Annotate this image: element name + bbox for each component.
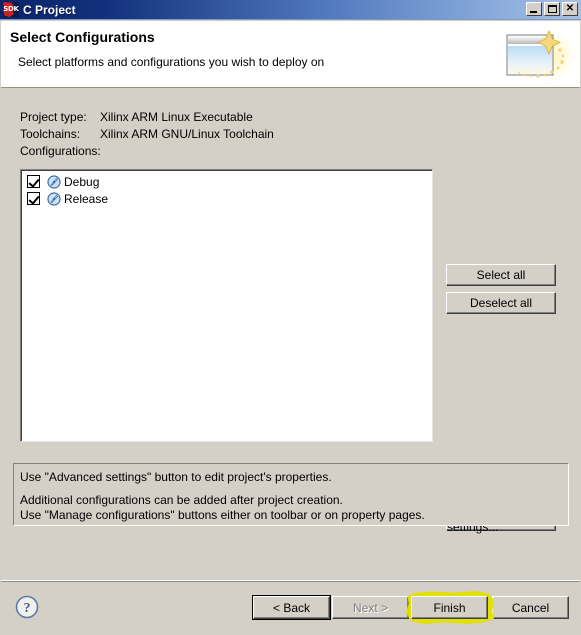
- configuration-gauge-icon: [47, 191, 61, 206]
- project-type-value: Xilinx ARM Linux Executable: [100, 110, 253, 124]
- configurations-list[interactable]: Debug Release: [20, 169, 433, 442]
- configuration-gauge-icon: [47, 174, 61, 189]
- footer-divider: [1, 581, 580, 582]
- wizard-window-sparkle-icon: [506, 30, 574, 82]
- info-panel-line-2: Additional configurations can be added a…: [20, 493, 343, 507]
- c-project-wizard-dialog: SDK C Project ✕ Select Configurations Se…: [0, 0, 581, 635]
- title-bar[interactable]: SDK C Project ✕: [0, 0, 581, 20]
- project-type-label: Project type:: [20, 110, 87, 124]
- minimize-button[interactable]: [526, 2, 542, 16]
- window-title: C Project: [23, 2, 76, 17]
- select-all-button[interactable]: Select all: [446, 264, 556, 286]
- close-button[interactable]: ✕: [562, 2, 578, 16]
- list-item-label: Debug: [64, 174, 100, 189]
- cancel-button[interactable]: Cancel: [492, 596, 569, 619]
- info-panel-spacer: [20, 485, 562, 493]
- maximize-button[interactable]: [544, 2, 560, 16]
- list-item-label: Release: [64, 191, 109, 206]
- minimize-icon: [530, 11, 537, 13]
- close-icon: ✕: [565, 3, 575, 14]
- configurations-label: Configurations:: [20, 144, 101, 158]
- page-subtitle: Select platforms and configurations you …: [18, 55, 325, 69]
- maximize-icon: [547, 5, 557, 13]
- info-panel-line-1: Use "Advanced settings" button to edit p…: [20, 470, 332, 484]
- sdk-icon-text: SDK: [3, 5, 19, 13]
- finish-button[interactable]: Finish: [411, 596, 488, 619]
- deselect-all-button[interactable]: Deselect all: [446, 292, 556, 314]
- wizard-header: Select Configurations Select platforms a…: [1, 21, 580, 88]
- next-button: Next >: [332, 596, 409, 619]
- back-button[interactable]: < Back: [252, 595, 331, 620]
- toolchains-label: Toolchains:: [20, 127, 81, 141]
- info-panel: Use "Advanced settings" button to edit p…: [13, 463, 569, 526]
- help-question-icon[interactable]: ?: [15, 595, 39, 619]
- page-title: Select Configurations: [10, 29, 155, 45]
- svg-text:?: ?: [24, 601, 31, 616]
- list-item[interactable]: Release: [21, 190, 432, 207]
- toolchains-value: Xilinx ARM GNU/Linux Toolchain: [100, 127, 274, 141]
- info-panel-line-3: Use "Manage configurations" buttons eith…: [20, 508, 425, 522]
- sdk-icon: SDK: [3, 2, 19, 17]
- list-item[interactable]: Debug: [21, 173, 432, 190]
- window-controls: ✕: [526, 2, 578, 16]
- checkbox-debug[interactable]: [27, 175, 40, 188]
- wizard-body: Project type: Xilinx ARM Linux Executabl…: [1, 89, 580, 580]
- checkbox-release[interactable]: [27, 192, 40, 205]
